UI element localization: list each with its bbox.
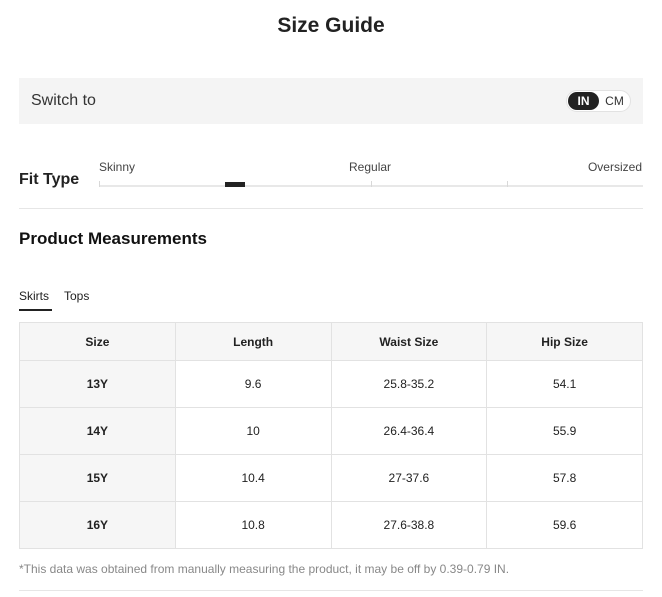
length-cell: 9.6	[174, 360, 332, 408]
table-header-row: Size Length Waist Size Hip Size	[19, 322, 643, 361]
waist-cell: 26.4-36.4	[330, 407, 488, 455]
size-cell: 13Y	[19, 360, 176, 408]
page-title: Size Guide	[277, 14, 385, 37]
tab-skirts[interactable]: Skirts	[19, 289, 52, 311]
unit-option-in[interactable]: IN	[568, 92, 599, 110]
fit-scale-tick	[371, 181, 372, 187]
divider	[19, 590, 643, 591]
unit-switch-bar: Switch to IN CM	[19, 78, 643, 124]
fit-scale-regular: Regular	[349, 160, 392, 174]
fit-scale-marker	[225, 182, 245, 187]
fit-type-label: Fit Type	[19, 171, 80, 188]
length-cell: 10	[174, 407, 332, 455]
waist-cell: 25.8-35.2	[330, 360, 488, 408]
fit-scale-tick	[507, 181, 508, 187]
size-cell: 15Y	[19, 454, 176, 502]
length-cell: 10.8	[174, 501, 332, 549]
column-header-waist: Waist Size	[330, 322, 488, 361]
measurements-table: Size Length Waist Size Hip Size 13Y 9.6 …	[19, 322, 643, 549]
hip-cell: 57.8	[486, 454, 643, 502]
table-row: 13Y 9.6 25.8-35.2 54.1	[19, 360, 643, 408]
hip-cell: 55.9	[486, 407, 643, 455]
size-cell: 14Y	[19, 407, 176, 455]
column-header-hip: Hip Size	[486, 322, 643, 361]
waist-cell: 27.6-38.8	[330, 501, 488, 549]
column-header-length: Length	[174, 322, 332, 361]
section-title: Product Measurements	[19, 229, 207, 248]
fit-scale-oversized: Oversized	[587, 160, 642, 174]
table-row: 16Y 10.8 27.6-38.8 59.6	[19, 501, 643, 549]
waist-cell: 27-37.6	[330, 454, 488, 502]
table-row: 15Y 10.4 27-37.6 57.8	[19, 454, 643, 502]
footnote: *This data was obtained from manually me…	[19, 562, 510, 576]
unit-toggle[interactable]: IN CM	[566, 90, 631, 112]
unit-option-cm[interactable]: CM	[600, 92, 629, 110]
divider	[19, 208, 643, 209]
tab-tops[interactable]: Tops	[64, 289, 89, 303]
table-row: 14Y 10 26.4-36.4 55.9	[19, 407, 643, 455]
fit-scale-skinny: Skinny	[99, 160, 136, 174]
length-cell: 10.4	[174, 454, 332, 502]
hip-cell: 54.1	[486, 360, 643, 408]
switch-label: Switch to	[31, 92, 96, 109]
hip-cell: 59.6	[486, 501, 643, 549]
fit-scale-tick	[99, 181, 100, 187]
column-header-size: Size	[19, 322, 176, 361]
size-cell: 16Y	[19, 501, 176, 549]
